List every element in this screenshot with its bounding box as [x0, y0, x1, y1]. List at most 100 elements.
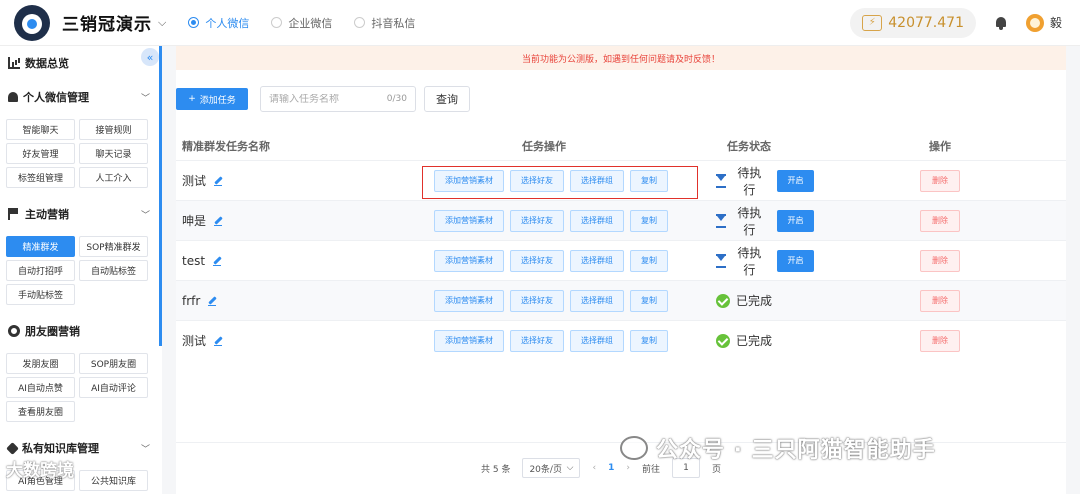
task-ops: 添加营销素材 选择好友 选择群组 复制 [404, 209, 684, 232]
sidebar-item[interactable]: 自动打招呼 [6, 260, 75, 281]
sidebar-item[interactable]: 发朋友圈 [6, 353, 75, 374]
sidebar-item-active[interactable]: 精准群发 [6, 236, 75, 257]
char-count: 0/30 [386, 94, 407, 104]
task-name-cell: 呻是 [176, 212, 404, 229]
table-row: 测试 添加营销素材 选择好友 选择群组 复制 已完成 删除 [176, 320, 1066, 360]
copy-button[interactable]: 复制 [630, 289, 668, 312]
sidebar-section-marketing[interactable]: 主动营销 ﹀ [0, 203, 160, 225]
task-name: test [182, 253, 206, 268]
query-button[interactable]: 查询 [424, 86, 470, 112]
add-material-button[interactable]: 添加营销素材 [434, 249, 504, 272]
chevron-down-icon: ﹀ [140, 93, 150, 104]
select-friends-button[interactable]: 选择好友 [510, 209, 564, 232]
bell-icon [8, 92, 18, 102]
status-text: 待执行 [737, 165, 762, 197]
select-friends-button[interactable]: 选择好友 [510, 289, 564, 312]
notification-bell-icon[interactable] [994, 16, 1008, 30]
collapse-sidebar-icon[interactable]: « [141, 48, 159, 66]
sidebar-item[interactable]: 查看朋友圈 [6, 401, 75, 422]
plus-icon: + [188, 94, 196, 104]
table-row: 呻是 添加营销素材 选择好友 选择群组 复制 待执行 开启 删除 [176, 200, 1066, 240]
start-button[interactable]: 开启 [776, 169, 815, 192]
watermark: 大数跨境 [6, 461, 74, 481]
sidebar-item[interactable]: 聊天记录 [79, 143, 148, 164]
task-name-search-input[interactable] [269, 93, 387, 105]
row-actions: 删除 [814, 209, 1066, 232]
sidebar-item[interactable]: 自动贴标签 [79, 260, 148, 281]
sidebar-section-label: 个人微信管理 [23, 91, 89, 104]
sidebar-section-moments[interactable]: 朋友圈营销 [0, 320, 160, 342]
next-page-icon[interactable]: › [626, 463, 630, 473]
page-size-select[interactable]: 20条/页 ⌵ [522, 458, 581, 478]
moments-menu-grid: 发朋友圈 SOP朋友圈 AI自动点赞 AI自动评论 查看朋友圈 [6, 353, 148, 422]
header-task-ops: 任务操作 [522, 140, 566, 153]
prev-page-icon[interactable]: ‹ [592, 463, 596, 473]
total-count: 共 5 条 [481, 464, 511, 475]
sidebar-item[interactable]: 标签组管理 [6, 167, 75, 188]
search-box: 0/30 [260, 86, 416, 112]
copy-button[interactable]: 复制 [630, 209, 668, 232]
edit-pencil-icon[interactable] [214, 176, 224, 186]
add-task-button[interactable]: + 添加任务 [176, 88, 248, 110]
edit-pencil-icon[interactable] [208, 296, 218, 306]
task-status: 已完成 [684, 292, 814, 309]
sidebar-item[interactable]: 手动贴标签 [6, 284, 75, 305]
delete-button[interactable]: 删除 [920, 289, 960, 312]
task-name: 测试 [182, 174, 207, 188]
sidebar-section-overview[interactable]: 数据总览 [0, 52, 160, 74]
content-panel: 当前功能为公测版，如遇到任何问题请及时反馈！ + 添加任务 0/30 查询 精准… [176, 46, 1066, 494]
select-groups-button[interactable]: 选择群组 [570, 249, 624, 272]
platform-personal-wechat[interactable]: 个人微信 [188, 15, 249, 31]
radio-icon[interactable] [271, 17, 283, 28]
sidebar: « 数据总览 个人微信管理 ﹀ 智能聊天 接管规则 好友管理 聊天记录 标签组管… [0, 46, 162, 494]
wechat-menu-grid: 智能聊天 接管规则 好友管理 聊天记录 标签组管理 人工介入 [6, 119, 148, 188]
radio-icon[interactable] [354, 17, 366, 28]
current-page[interactable]: 1 [608, 463, 614, 473]
delete-button[interactable]: 删除 [920, 329, 960, 352]
sidebar-item[interactable]: 智能聊天 [6, 119, 75, 140]
sidebar-item[interactable]: AI自动评论 [79, 377, 148, 398]
brand-name[interactable]: 三销冠演示 [62, 10, 152, 35]
edit-pencil-icon[interactable] [214, 336, 224, 346]
sidebar-item[interactable]: 人工介入 [79, 167, 148, 188]
edit-pencil-icon[interactable] [214, 216, 224, 226]
edit-pencil-icon[interactable] [213, 256, 223, 266]
delete-button[interactable]: 删除 [920, 249, 960, 272]
start-button[interactable]: 开启 [776, 209, 815, 232]
radio-icon[interactable] [188, 17, 200, 28]
select-groups-button[interactable]: 选择群组 [570, 289, 624, 312]
credits-badge[interactable]: ⚡ 42077.471 [850, 7, 976, 38]
task-status: 待执行 开启 [684, 244, 815, 278]
select-friends-button[interactable]: 选择好友 [510, 249, 564, 272]
sidebar-item[interactable]: 公共知识库 [79, 470, 148, 491]
select-groups-button[interactable]: 选择群组 [570, 329, 624, 352]
sidebar-item[interactable]: 接管规则 [79, 119, 148, 140]
hourglass-icon [716, 173, 726, 188]
add-material-button[interactable]: 添加营销素材 [434, 289, 504, 312]
delete-button[interactable]: 删除 [920, 169, 960, 192]
start-button[interactable]: 开启 [776, 249, 815, 272]
sidebar-item[interactable]: AI自动点赞 [6, 377, 75, 398]
copy-button[interactable]: 复制 [630, 249, 668, 272]
chevron-down-icon[interactable]: ⌵ [158, 16, 166, 30]
status-text: 已完成 [736, 294, 773, 308]
platform-douyin-dm[interactable]: 抖音私信 [354, 15, 415, 31]
table-header: 精准群发任务名称 任务操作 任务状态 操作 [176, 132, 1066, 160]
user-menu[interactable]: 毅 [1025, 13, 1062, 32]
watermark-text: 公众号 · 三只阿猫智能助手 [656, 438, 936, 463]
copy-button[interactable]: 复制 [630, 329, 668, 352]
annotation-highlight-box [422, 166, 698, 199]
select-groups-button[interactable]: 选择群组 [570, 209, 624, 232]
add-material-button[interactable]: 添加营销素材 [434, 209, 504, 232]
select-friends-button[interactable]: 选择好友 [510, 329, 564, 352]
chevron-down-icon: ﹀ [140, 210, 150, 221]
header-task-name: 精准群发任务名称 [182, 140, 270, 153]
task-ops: 添加营销素材 选择好友 选择群组 复制 [404, 249, 684, 272]
delete-button[interactable]: 删除 [920, 209, 960, 232]
platform-enterprise-wechat[interactable]: 企业微信 [271, 15, 332, 31]
sidebar-item[interactable]: SOP精准群发 [79, 236, 148, 257]
sidebar-item[interactable]: SOP朋友圈 [79, 353, 148, 374]
sidebar-item[interactable]: 好友管理 [6, 143, 75, 164]
add-material-button[interactable]: 添加营销素材 [434, 329, 504, 352]
sidebar-section-wechat[interactable]: 个人微信管理 ﹀ [0, 86, 160, 108]
